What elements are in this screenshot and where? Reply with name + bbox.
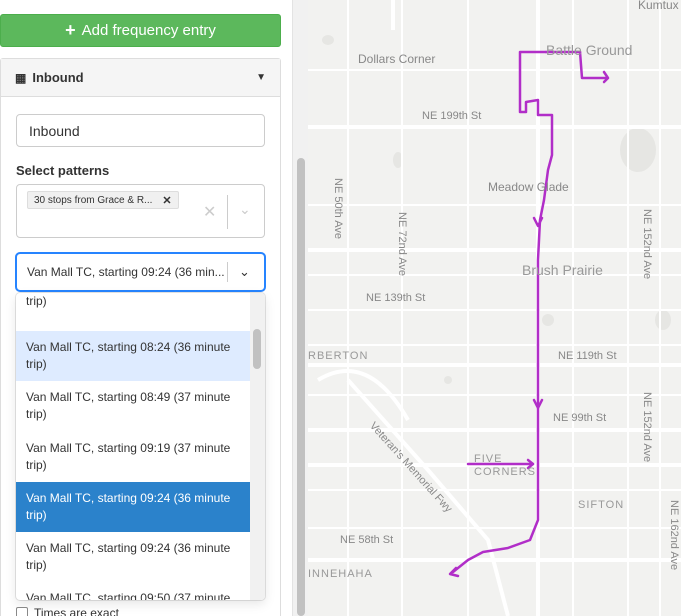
pattern-tag-label: 30 stops from Grace & R...	[34, 194, 153, 206]
trip-select-value: Van Mall TC, starting 09:24 (36 min...	[27, 265, 225, 279]
map-label: Kumtux	[638, 0, 679, 12]
trip-option[interactable]: Van Mall TC, starting 09:19 (37 minute t…	[16, 432, 250, 482]
map-label: NE 162nd Ave	[668, 500, 680, 571]
add-frequency-label: Add frequency entry	[81, 22, 216, 39]
map-label: INNEHAHA	[308, 568, 373, 580]
map-label: CORNERS	[474, 466, 537, 478]
plus-icon: +	[65, 20, 76, 40]
map-label: Dollars Corner	[358, 52, 436, 66]
map-label: Meadow Glade	[488, 180, 569, 194]
trip-select[interactable]: Van Mall TC, starting 09:24 (36 min... ⌄	[16, 253, 265, 291]
map-label: Brush Prairie	[522, 262, 603, 278]
calendar-icon: ▦	[15, 70, 27, 85]
trip-option[interactable]: Van Mall TC, starting 08:19 (36 minute t…	[16, 293, 250, 318]
frequency-name-value: Inbound	[29, 122, 80, 139]
left-panel: + Add frequency entry ▦ Inbound ▼ Inboun…	[0, 0, 292, 616]
frequency-name-input[interactable]: Inbound	[16, 114, 265, 147]
sidebar-scroll-thumb[interactable]	[297, 158, 305, 616]
pattern-tag: 30 stops from Grace & R... ✕	[27, 191, 179, 209]
dropdown-scrollbar[interactable]	[250, 293, 265, 600]
chevron-down-icon[interactable]: ⌄	[239, 264, 250, 280]
times-exact-label: Times are exact	[34, 606, 119, 616]
map-label: SIFTON	[578, 499, 625, 511]
pattern-select[interactable]: 30 stops from Grace & R... ✕ ✕ ⌄	[16, 184, 265, 238]
map-label: NE 119th St	[558, 350, 617, 362]
map-label: NE 99th St	[553, 412, 607, 424]
map-label: Battle Ground	[546, 42, 633, 58]
sidebar-scrollbar[interactable]	[292, 0, 308, 616]
trip-option[interactable]: Van Mall TC, starting 09:24 (36 minute t…	[16, 532, 250, 582]
trip-option-selected[interactable]: Van Mall TC, starting 09:24 (36 minute t…	[16, 482, 250, 532]
trip-option[interactable]: Van Mall TC, starting 08:24 (36 minute t…	[16, 331, 250, 381]
remove-tag-icon[interactable]: ✕	[162, 194, 171, 207]
map-view[interactable]: Kumtux Battle Ground Dollars Corner NE 1…	[308, 0, 681, 616]
inbound-panel-header[interactable]: ▦ Inbound ▼	[1, 59, 280, 97]
times-exact-row: Times are exact	[16, 606, 119, 616]
map-label: FIVE	[474, 453, 503, 465]
panel-title: Inbound	[32, 70, 84, 85]
map-label: NE 58th St	[340, 534, 394, 546]
map-label: NE 152nd Ave	[641, 392, 653, 463]
map-label: NE 72nd Ave	[396, 212, 408, 277]
select-separator	[227, 262, 228, 282]
map-label: NE 139th St	[366, 292, 426, 304]
add-frequency-button[interactable]: + Add frequency entry	[0, 14, 281, 47]
dropdown-scroll-thumb[interactable]	[253, 329, 261, 369]
map-label: RBERTON	[308, 350, 369, 362]
map-base	[308, 0, 681, 616]
map-label: NE 50th Ave	[332, 178, 344, 239]
map-label: NE 152nd Ave	[641, 209, 653, 280]
clear-icon[interactable]: ✕	[203, 202, 216, 222]
caret-down-icon: ▼	[256, 72, 266, 83]
select-patterns-label: Select patterns	[16, 163, 110, 178]
map-label: NE 199th St	[422, 110, 482, 122]
trip-option[interactable]: Van Mall TC, starting 08:49 (37 minute t…	[16, 381, 250, 431]
trip-dropdown-menu: Van Mall TC, starting 08:19 (36 minute t…	[16, 293, 265, 600]
chevron-down-icon[interactable]: ⌄	[239, 201, 251, 218]
trip-option[interactable]: Van Mall TC, starting 09:50 (37 minute t…	[16, 582, 250, 600]
select-separator	[227, 195, 228, 229]
times-exact-checkbox[interactable]	[16, 607, 28, 616]
